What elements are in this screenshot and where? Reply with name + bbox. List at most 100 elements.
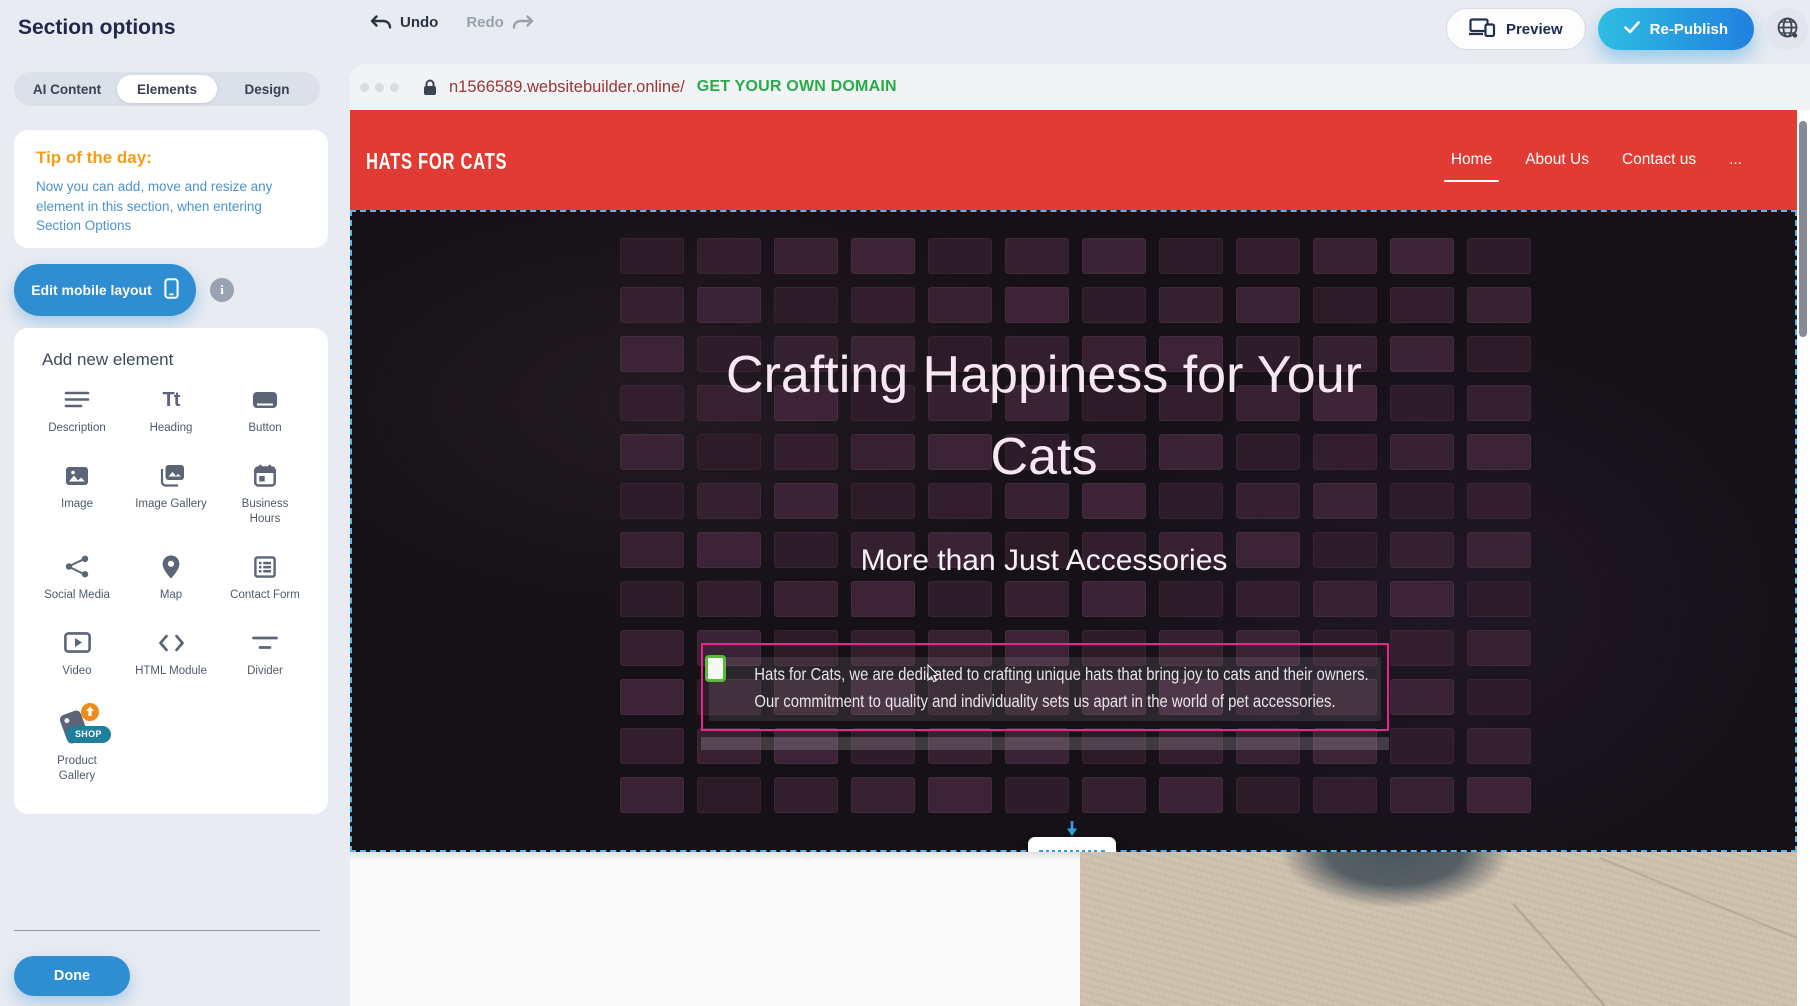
lock-icon (423, 79, 437, 96)
hero-tile (620, 483, 684, 519)
description-icon (64, 386, 90, 414)
add-new-element-title: Add new element (30, 350, 312, 370)
add-element-image[interactable]: Image (30, 462, 124, 527)
nav-item-about-us[interactable]: About Us (1525, 151, 1589, 169)
image-icon (65, 462, 89, 490)
nav-item-home[interactable]: Home (1451, 151, 1492, 169)
hero-tile (620, 630, 684, 666)
tab-design[interactable]: Design (217, 75, 317, 103)
hero-tile (1467, 287, 1531, 323)
hero-tile (1467, 532, 1531, 568)
hero-tile (620, 728, 684, 764)
preview-button[interactable]: Preview (1446, 8, 1586, 50)
info-icon: i (220, 282, 224, 298)
preview-scrollbar[interactable] (1799, 121, 1807, 337)
hero-tile (697, 287, 761, 323)
browser-bar: n1566589.websitebuilder.online/ GET YOUR… (350, 64, 1810, 110)
hero-tile (851, 581, 915, 617)
add-element-map[interactable]: Map (124, 553, 218, 603)
html-module-icon (158, 629, 185, 657)
element-label: Social Media (44, 588, 110, 603)
add-element-button[interactable]: Button (218, 386, 312, 436)
globe-icon (1776, 16, 1799, 42)
hero-tile (1467, 385, 1531, 421)
nav-item-more[interactable]: ... (1729, 151, 1742, 169)
republish-label: Re-Publish (1650, 21, 1728, 38)
page-title: Section options (18, 16, 176, 40)
hero-subheading[interactable]: More than Just Accessories (724, 544, 1364, 578)
add-element-heading[interactable]: TtHeading (124, 386, 218, 436)
selected-section-canvas[interactable]: Crafting Happiness for Your Cats More th… (350, 210, 1797, 852)
element-label: Business Hours (229, 497, 301, 527)
hero-tile (1236, 581, 1300, 617)
social-media-icon (65, 553, 89, 581)
site-logo[interactable]: HATS FOR CATS (366, 148, 507, 175)
element-grid: DescriptionTtHeadingButton Image Image Gal… (30, 386, 312, 784)
topbar-actions: Preview Re-Publish (1446, 8, 1808, 50)
hero-tile (1313, 581, 1377, 617)
info-button[interactable]: i (210, 278, 234, 302)
done-button[interactable]: Done (14, 956, 130, 996)
hero-tile (1390, 385, 1454, 421)
hero-tile (928, 238, 992, 274)
add-element-social-media[interactable]: Social Media (30, 553, 124, 603)
add-element-contact-form[interactable]: Contact Form (218, 553, 312, 603)
element-label: Image (61, 497, 93, 512)
edit-mobile-layout-button[interactable]: Edit mobile layout (14, 264, 196, 316)
tip-body: Now you can add, move and resize any ele… (36, 177, 306, 236)
hero-tile (1467, 483, 1531, 519)
redo-button[interactable]: Redo (466, 14, 534, 31)
add-element-business-hours[interactable]: Business Hours (218, 462, 312, 527)
site-header[interactable]: HATS FOR CATS Home About Us Contact us... (350, 110, 1797, 210)
mouse-cursor-icon (927, 664, 940, 688)
add-element-video[interactable]: Video (30, 629, 124, 679)
hero-paragraph-line-1: Hats for Cats, we are dedicated to craft… (754, 661, 1335, 688)
add-element-html-module[interactable]: HTML Module (124, 629, 218, 679)
hero-tile (1159, 777, 1223, 813)
check-icon (1624, 21, 1640, 38)
button-icon (252, 386, 278, 414)
element-label: Heading (150, 421, 193, 436)
add-element-divider[interactable]: Divider (218, 629, 312, 679)
hero-tile (774, 777, 838, 813)
hero-tile (1390, 777, 1454, 813)
hero-tile (1467, 777, 1531, 813)
hero-tile (1390, 630, 1454, 666)
hero-tile (620, 336, 684, 372)
hero-tile (1236, 287, 1300, 323)
undo-icon (370, 15, 392, 31)
hero-tile (1159, 238, 1223, 274)
sidebar-divider (14, 930, 320, 931)
hero-tile (851, 287, 915, 323)
get-your-own-domain-link[interactable]: GET YOUR OWN DOMAIN (697, 78, 897, 96)
tab-elements[interactable]: Elements (117, 75, 217, 103)
language-globe-button[interactable] (1766, 8, 1808, 50)
republish-button[interactable]: Re-Publish (1598, 8, 1754, 50)
mobile-phone-icon (164, 278, 179, 302)
hero-tile (1082, 581, 1146, 617)
hero-tile (620, 238, 684, 274)
undo-redo-group: Undo Redo (370, 14, 534, 31)
hero-paragraph-line-2: Our commitment to quality and individual… (754, 688, 1335, 715)
hero-tile (1390, 238, 1454, 274)
tab-ai-content[interactable]: AI Content (17, 75, 117, 103)
add-element-image-gallery[interactable]: Image Gallery (124, 462, 218, 527)
element-drag-handle[interactable] (705, 655, 726, 682)
next-section-preview[interactable] (350, 852, 1797, 1006)
element-label: HTML Module (135, 664, 207, 679)
add-element-product-gallery[interactable]: SHOPProduct Gallery (30, 705, 124, 784)
hero-paragraph[interactable]: Hats for Cats, we are dedicated to craft… (754, 661, 1335, 715)
add-element-description[interactable]: Description (30, 386, 124, 436)
element-label: Video (62, 664, 91, 679)
site-preview-canvas: n1566589.websitebuilder.online/ GET YOUR… (350, 64, 1810, 1006)
nav-item-contact-us[interactable]: Contact us (1622, 151, 1696, 169)
hero-tile (620, 434, 684, 470)
hero-tile (1005, 777, 1069, 813)
hero-tile (1467, 434, 1531, 470)
hero-tile (1467, 728, 1531, 764)
hero-tile (1390, 532, 1454, 568)
hero-tile (928, 777, 992, 813)
hero-heading[interactable]: Crafting Happiness for Your Cats (724, 334, 1364, 498)
undo-button[interactable]: Undo (370, 14, 438, 31)
selected-paragraph-element[interactable]: Hats for Cats, we are dedicated to craft… (701, 643, 1389, 731)
